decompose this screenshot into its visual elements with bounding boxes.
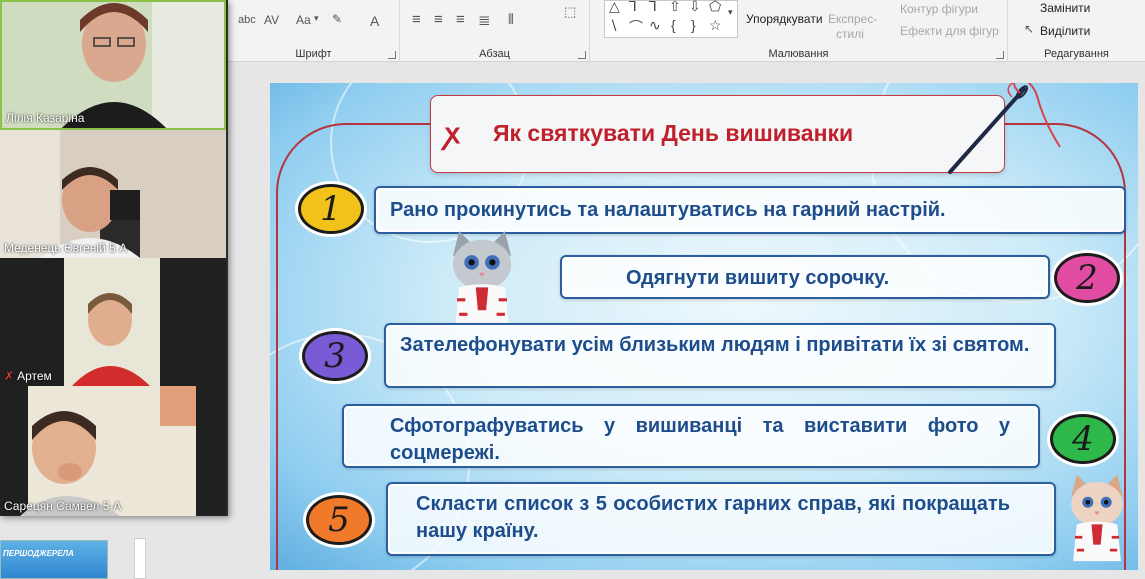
participant-video <box>0 386 226 516</box>
ribbon-group-paragraph: ≡ ≡ ≡ ≣ ⫴ ⬚ Абзац <box>400 0 590 62</box>
shape-effects-button[interactable]: Ефекти для фігур <box>900 24 999 38</box>
video-call-participants-panel[interactable]: Лілія Казаріна Меденець Євгеній 5 А ✗ Арт… <box>0 0 228 516</box>
down-arrow-shape-icon[interactable]: ⇩ <box>689 0 701 15</box>
paragraph-dialog-launcher-icon[interactable] <box>578 51 586 59</box>
ribbon-group-editing: Замінити Виділити ↖ Редагування <box>1008 0 1145 62</box>
thumbnail-text: ПЕРШОДЖЕРЕЛА <box>3 549 74 558</box>
font-group-label: Шрифт <box>295 48 332 60</box>
left-brace-shape-icon[interactable]: { <box>671 17 676 33</box>
align-center-icon[interactable]: ≡ <box>434 11 443 28</box>
quick-styles-button-line1[interactable]: Експрес- <box>828 12 877 26</box>
cursor-icon: ↖ <box>1024 22 1035 36</box>
elbow-connector-icon[interactable]: ⅂ <box>629 0 637 15</box>
number-badge-4: 4 <box>1050 414 1116 464</box>
item-text-3: Зателефонувати усім близьким людям і при… <box>400 334 1030 356</box>
thumbnails-scrollbar[interactable] <box>134 538 146 579</box>
participant-name: Меденець Євгеній 5 А <box>4 241 128 255</box>
wave-shape-icon[interactable]: ∿ <box>649 17 661 34</box>
item-text-2: Одягнути вишиту сорочку. <box>626 267 890 289</box>
select-button[interactable]: Виділити <box>1040 24 1090 38</box>
triangle-shape-icon[interactable]: △ <box>609 0 620 15</box>
number-label: 3 <box>324 336 346 376</box>
highlight-icon[interactable]: ✎ <box>332 12 342 26</box>
pentagon-shape-icon[interactable]: ⬠ <box>709 0 721 15</box>
curve-shape-icon[interactable]: ∖ <box>609 17 618 34</box>
participant-name: Сарецян Самвел 5-А <box>4 499 122 513</box>
change-case-button[interactable]: Aa <box>296 13 311 27</box>
participant-tile[interactable]: Лілія Казаріна <box>0 0 226 130</box>
participant-video <box>0 258 226 386</box>
title-box: ꭗ Як святкувати День вишиванки <box>430 95 1005 173</box>
columns-icon[interactable]: ⫴ <box>508 11 514 28</box>
font-color-button[interactable]: A <box>370 13 379 29</box>
replace-button[interactable]: Замінити <box>1040 1 1090 15</box>
number-label: 1 <box>320 189 342 229</box>
mic-off-icon: ✗ <box>4 369 15 383</box>
slide-title: Як святкувати День вишиванки <box>493 120 854 146</box>
needle-thread-icon <box>948 83 1061 174</box>
editing-group-label: Редагування <box>1044 48 1109 60</box>
participant-name: Лілія Казаріна <box>6 111 85 125</box>
participant-tile[interactable]: ✗ Артем <box>0 258 226 386</box>
slide-canvas[interactable]: ꭗ Як святкувати День вишиванки 1 Рано пр… <box>270 83 1138 570</box>
chevron-down-icon[interactable]: ▾ <box>314 13 319 24</box>
shapes-gallery[interactable]: △ ⅂ ⅂ ⇧ ⇩ ⬠ ∖ ⌒ ∿ { } ☆ ▾ <box>604 0 738 38</box>
number-badge-1: 1 <box>298 184 364 234</box>
shape-outline-button[interactable]: Контур фігури <box>900 2 978 16</box>
participant-name-row: ✗ Артем <box>4 369 52 383</box>
participant-tile[interactable]: Меденець Євгеній 5 А <box>0 130 226 258</box>
participant-video <box>0 130 226 258</box>
paragraph-group-label: Абзац <box>479 48 510 60</box>
number-badge-2: 2 <box>1054 253 1120 303</box>
slide-thumbnails-pane: ПЕРШОДЖЕРЕЛА <box>0 516 228 579</box>
arc-shape-icon[interactable]: ⌒ <box>629 17 643 37</box>
align-left-icon[interactable]: ≡ <box>412 11 421 28</box>
smartart-icon[interactable]: ⬚ <box>564 4 576 20</box>
item-text-4: Сфотографуватись у вишиванці та виставит… <box>390 415 1010 464</box>
number-badge-3: 3 <box>302 331 368 381</box>
justify-icon[interactable]: ≣ <box>478 11 491 29</box>
drawing-dialog-launcher-icon[interactable] <box>996 51 1004 59</box>
drawing-group-label: Малювання <box>768 48 829 60</box>
quick-styles-button-line2[interactable]: стилі <box>836 27 864 41</box>
right-brace-shape-icon[interactable]: } <box>691 17 696 33</box>
arrange-button[interactable]: Упорядкувати <box>746 12 823 26</box>
number-badge-5: 5 <box>306 495 372 545</box>
participant-name: Артем <box>17 369 52 383</box>
cat-in-vyshyvanka-image-2 <box>1071 474 1123 562</box>
font-dialog-launcher-icon[interactable] <box>388 51 396 59</box>
slide-thumbnail[interactable]: ПЕРШОДЖЕРЕЛА <box>0 540 108 579</box>
star-shape-icon[interactable]: ☆ <box>709 17 722 34</box>
char-spacing-button[interactable]: AV <box>264 13 279 27</box>
embroidery-cross-icon: ꭗ <box>445 118 460 149</box>
elbow-connector-2-icon[interactable]: ⅂ <box>649 0 657 15</box>
number-label: 2 <box>1076 258 1098 298</box>
align-right-icon[interactable]: ≡ <box>456 11 465 28</box>
participant-tile[interactable]: Сарецян Самвел 5-А <box>0 386 226 516</box>
cat-in-vyshyvanka-image <box>452 231 512 329</box>
strikethrough-button[interactable]: abc <box>238 14 256 26</box>
up-arrow-shape-icon[interactable]: ⇧ <box>669 0 681 15</box>
number-label: 5 <box>328 500 350 540</box>
number-label: 4 <box>1072 419 1094 459</box>
item-text-1: Рано прокинутись та налаштуватись на гар… <box>390 199 946 221</box>
ribbon-group-font: abc AV Aa ▾ ✎ A Шрифт <box>228 0 400 62</box>
item-text-5: Скласти список з 5 особистих гарних спра… <box>416 493 1010 542</box>
gallery-scroll-icon[interactable]: ▾ <box>728 7 733 18</box>
